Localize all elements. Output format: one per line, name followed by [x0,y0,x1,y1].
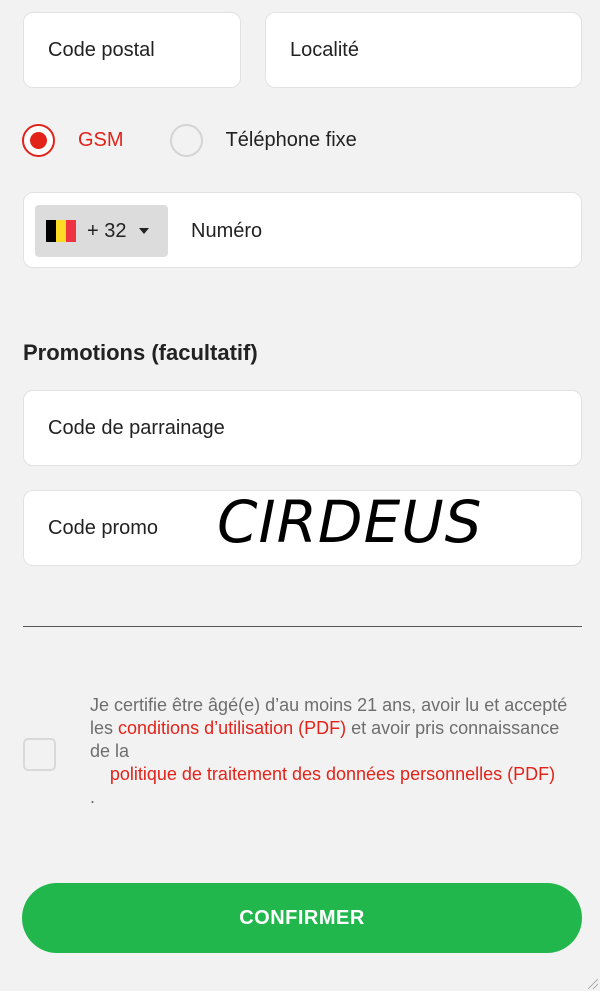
radio-landline-label[interactable]: Téléphone fixe [226,129,357,152]
privacy-policy-link[interactable]: politique de traitement des données pers… [90,763,575,786]
phone-number-field[interactable]: + 32 Numéro [23,192,582,268]
phone-type-radio-group: GSM Téléphone fixe [22,120,357,160]
promo-code-field[interactable]: Code promo CIRDEUS [23,488,582,566]
locality-label: Localité [290,38,359,61]
referral-code-label: Code de parrainage [48,416,225,439]
confirm-button[interactable]: CONFIRMER [22,883,582,953]
promo-code-label: Code promo [48,516,159,539]
radio-selected-dot [30,131,47,149]
radio-landline[interactable] [169,123,203,157]
country-code: + 32 [87,219,127,242]
consent-checkbox[interactable] [23,738,56,771]
phone-number-label: Numéro [191,219,263,242]
locality-field[interactable]: Localité [265,12,582,88]
radio-gsm[interactable] [22,123,55,157]
postal-code-field[interactable]: Code postal [23,12,241,88]
consent-text-end: . [90,787,96,807]
referral-code-field[interactable]: Code de parrainage [23,390,582,466]
flag-belgium-icon [46,220,76,242]
promo-code-value: CIRDEUS [217,488,483,556]
terms-link[interactable]: conditions d’utilisation (PDF) [118,718,346,738]
radio-gsm-label[interactable]: GSM [78,129,124,152]
divider [23,626,582,627]
postal-code-label: Code postal [48,38,155,61]
consent-text: Je certifie être âgé(e) d’au moins 21 an… [90,694,575,809]
country-code-selector[interactable]: + 32 [35,205,168,257]
promotions-title: Promotions (facultatif) [23,340,258,365]
chevron-down-icon [139,228,150,234]
resize-grip-icon[interactable] [588,979,598,989]
